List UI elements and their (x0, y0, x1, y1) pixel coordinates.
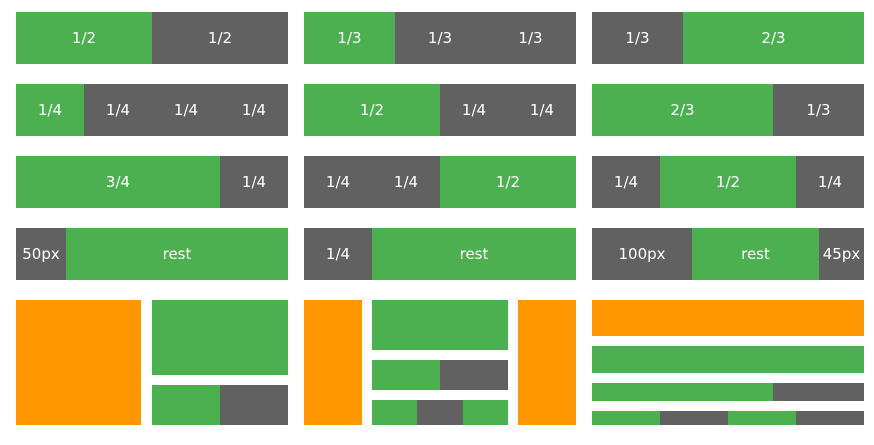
layout-quarter-quarter-half: 1/4 1/4 1/2 (304, 156, 576, 208)
nested-gray-block (796, 411, 864, 425)
nested-green-block (372, 400, 417, 425)
cell-one-half: 1/2 (152, 12, 288, 64)
layout-quarter-rest: 1/4 rest (304, 228, 576, 280)
cell-one-half: 1/2 (16, 12, 152, 64)
layout-quarter-half-quarter: 1/4 1/2 1/4 (592, 156, 864, 208)
cell-one-half: 1/2 (440, 156, 576, 208)
cell-rest: rest (372, 228, 576, 280)
cell-one-third: 1/3 (304, 12, 395, 64)
cell-rest: rest (66, 228, 288, 280)
nested-green-block (463, 400, 508, 425)
layout-third-twothirds: 1/3 2/3 (592, 12, 864, 64)
layout-fixed-rest: 50px rest (16, 228, 288, 280)
cell-one-quarter: 1/4 (220, 84, 288, 136)
cell-two-thirds: 2/3 (592, 84, 773, 136)
nested-green-block (372, 360, 440, 390)
nested-orange-sidebar (518, 300, 576, 425)
cell-rest: rest (692, 228, 819, 280)
cell-one-third: 1/3 (592, 12, 683, 64)
cell-fixed-50px: 50px (16, 228, 66, 280)
nested-gray-block (773, 383, 864, 401)
layout-diagram: 1/2 1/2 1/3 1/3 1/3 1/3 2/3 1/4 1/4 1/4 … (0, 0, 874, 445)
cell-one-quarter: 1/4 (84, 84, 152, 136)
layout-quarters: 1/4 1/4 1/4 1/4 (16, 84, 288, 136)
cell-one-quarter: 1/4 (16, 84, 84, 136)
cell-one-third: 1/3 (395, 12, 485, 64)
layout-half-quarter-quarter: 1/2 1/4 1/4 (304, 84, 576, 136)
cell-one-quarter: 1/4 (304, 156, 372, 208)
nested-green-block (728, 411, 796, 425)
nested-gray-block (660, 411, 728, 425)
cell-one-third: 1/3 (485, 12, 576, 64)
layout-threequarters-quarter: 3/4 1/4 (16, 156, 288, 208)
nested-gray-block (220, 385, 288, 425)
cell-one-quarter: 1/4 (304, 228, 372, 280)
nested-gray-block (440, 360, 508, 390)
cell-one-half: 1/2 (660, 156, 796, 208)
nested-green-block (592, 383, 773, 401)
cell-two-thirds: 2/3 (683, 12, 864, 64)
layout-half-half: 1/2 1/2 (16, 12, 288, 64)
cell-one-quarter: 1/4 (508, 84, 576, 136)
nested-orange-sidebar (304, 300, 362, 425)
layout-fixed-rest-fixed: 100px rest 45px (592, 228, 864, 280)
cell-fixed-100px: 100px (592, 228, 692, 280)
nested-green-block (592, 411, 660, 425)
layout-thirds: 1/3 1/3 1/3 (304, 12, 576, 64)
cell-one-quarter: 1/4 (372, 156, 440, 208)
cell-fixed-45px: 45px (819, 228, 864, 280)
nested-green-block (372, 300, 508, 350)
nested-green-block (152, 300, 288, 375)
nested-gray-block (417, 400, 463, 425)
cell-one-third: 1/3 (773, 84, 864, 136)
nested-green-block (592, 346, 864, 373)
cell-one-half: 1/2 (304, 84, 440, 136)
nested-orange-block (16, 300, 141, 425)
nested-orange-header (592, 300, 864, 336)
cell-one-quarter: 1/4 (440, 84, 508, 136)
cell-one-quarter: 1/4 (796, 156, 864, 208)
layout-twothirds-third: 2/3 1/3 (592, 84, 864, 136)
cell-one-quarter: 1/4 (152, 84, 220, 136)
cell-three-quarters: 3/4 (16, 156, 220, 208)
cell-one-quarter: 1/4 (220, 156, 288, 208)
nested-green-block (152, 385, 220, 425)
cell-one-quarter: 1/4 (592, 156, 660, 208)
